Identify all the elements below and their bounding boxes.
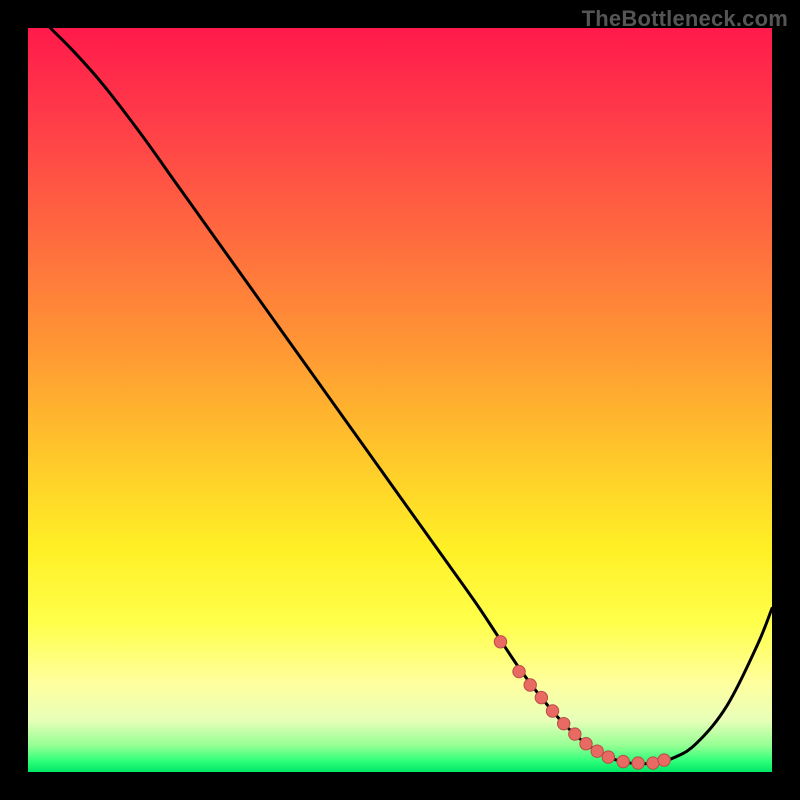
- marker-dot: [647, 757, 659, 769]
- marker-dot: [524, 679, 536, 691]
- marker-dot: [632, 757, 644, 769]
- watermark-text: TheBottleneck.com: [582, 6, 788, 32]
- marker-dot: [617, 755, 629, 767]
- marker-dot: [494, 636, 506, 648]
- marker-dot: [658, 754, 670, 766]
- marker-dot: [546, 705, 558, 717]
- marker-dot: [569, 728, 581, 740]
- marker-dot: [602, 751, 614, 763]
- gradient-background: [28, 28, 772, 772]
- chart-plot: [28, 28, 772, 772]
- marker-dot: [513, 665, 525, 677]
- marker-dot: [535, 691, 547, 703]
- marker-dot: [591, 745, 603, 757]
- chart-frame: TheBottleneck.com: [0, 0, 800, 800]
- marker-dot: [557, 717, 569, 729]
- chart-svg: [28, 28, 772, 772]
- marker-dot: [580, 738, 592, 750]
